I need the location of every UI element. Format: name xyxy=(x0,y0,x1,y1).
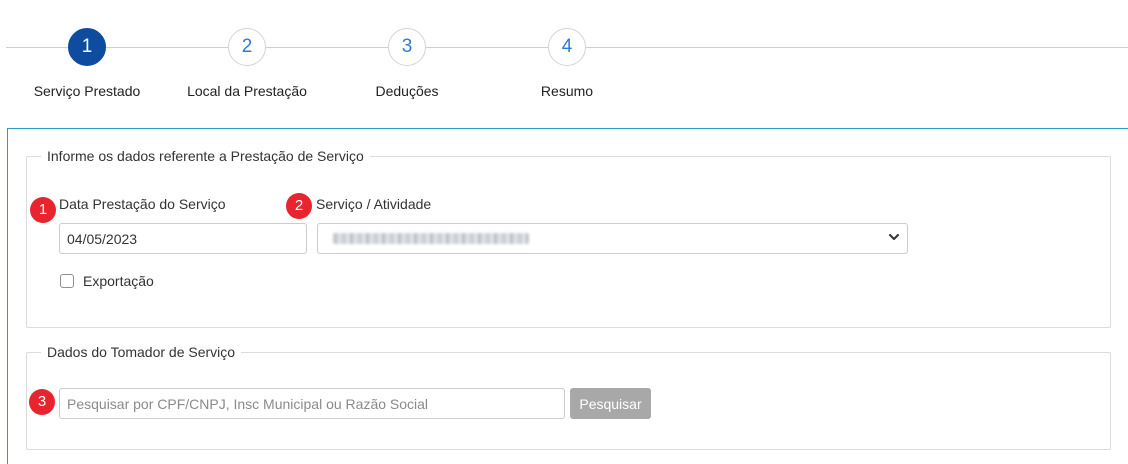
step-local-da-prestacao[interactable]: 2 Local da Prestação xyxy=(167,28,327,99)
date-input[interactable] xyxy=(59,223,307,254)
badge-3: 3 xyxy=(29,389,55,415)
step-servico-prestado[interactable]: 1 Serviço Prestado xyxy=(7,28,167,99)
step-number: 3 xyxy=(388,28,426,66)
step-label: Resumo xyxy=(540,83,594,99)
search-button[interactable]: Pesquisar xyxy=(570,388,651,419)
step-number: 4 xyxy=(548,28,586,66)
service-select-value-redacted xyxy=(333,233,529,244)
step-label: Local da Prestação xyxy=(187,83,307,99)
export-label: Exportação xyxy=(83,273,154,289)
step-label: Serviço Prestado xyxy=(33,83,141,99)
client-legend: Dados do Tomador de Serviço xyxy=(47,344,236,360)
form-panel: Informe os dados referente a Prestação d… xyxy=(7,128,1128,464)
badge-2: 2 xyxy=(286,193,312,219)
service-label: Serviço / Atividade xyxy=(316,196,432,212)
service-select[interactable] xyxy=(317,223,908,254)
step-deducoes[interactable]: 3 Deduções xyxy=(327,28,487,99)
step-number: 1 xyxy=(68,28,106,66)
step-number: 2 xyxy=(228,28,266,66)
export-checkbox[interactable] xyxy=(60,274,74,288)
step-resumo[interactable]: 4 Resumo xyxy=(487,28,647,99)
badge-1: 1 xyxy=(30,197,56,223)
client-search-input[interactable] xyxy=(59,388,565,419)
service-legend: Informe os dados referente a Prestação d… xyxy=(47,148,364,164)
chevron-down-icon xyxy=(889,234,899,240)
date-label: Data Prestação do Serviço xyxy=(59,196,226,212)
step-label: Deduções xyxy=(375,83,439,99)
